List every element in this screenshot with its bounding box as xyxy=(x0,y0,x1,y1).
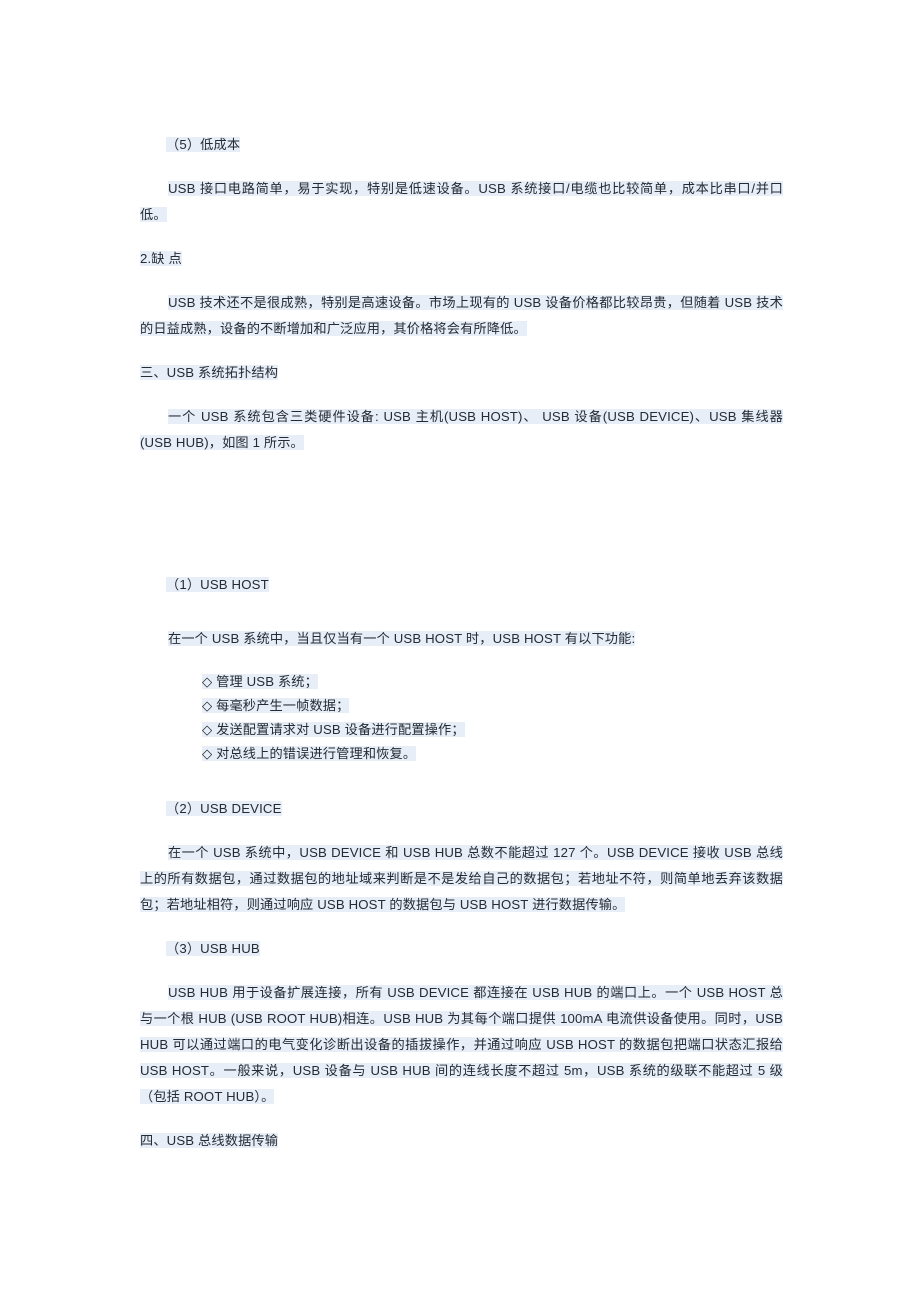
section-heading-usb-device-text: （2）USB DEVICE xyxy=(166,801,282,816)
section-heading-disadvantages-text: 2.缺 点 xyxy=(140,251,182,266)
paragraph-disadvantages-text: USB 技术还不是很成熟，特别是高速设备。市场上现有的 USB 设备价格都比较昂… xyxy=(140,295,783,336)
section-heading-data-transfer-text: 四、USB 总线数据传输 xyxy=(140,1133,279,1148)
section-heading-disadvantages: 2.缺 点 xyxy=(140,246,783,272)
paragraph-low-cost: USB 接口电路简单，易于实现，特别是低速设备。USB 系统接口/电缆也比较简单… xyxy=(140,176,783,228)
section-heading-usb-host: （1）USB HOST xyxy=(140,572,783,598)
section-heading-usb-hub: （3）USB HUB xyxy=(140,936,783,962)
paragraph-topology-text: 一个 USB 系统包含三类硬件设备: USB 主机(USB HOST)、 USB… xyxy=(140,409,783,450)
document-content: （5）低成本 USB 接口电路简单，易于实现，特别是低速设备。USB 系统接口/… xyxy=(140,132,783,1162)
paragraph-usb-host: 在一个 USB 系统中，当且仅当有一个 USB HOST 时，USB HOST … xyxy=(140,626,783,652)
section-heading-low-cost: （5）低成本 xyxy=(140,132,783,158)
usb-host-function-list: ◇ 管理 USB 系统； ◇ 每毫秒产生一帧数据； ◇ 发送配置请求对 USB … xyxy=(140,670,783,766)
paragraph-usb-device: 在一个 USB 系统中，USB DEVICE 和 USB HUB 总数不能超过 … xyxy=(140,840,783,918)
paragraph-usb-device-text: 在一个 USB 系统中，USB DEVICE 和 USB HUB 总数不能超过 … xyxy=(140,845,783,912)
section-heading-usb-host-text: （1）USB HOST xyxy=(166,577,269,592)
paragraph-low-cost-text: USB 接口电路简单，易于实现，特别是低速设备。USB 系统接口/电缆也比较简单… xyxy=(140,181,783,222)
diamond-bullet-icon-item-2: ◇ 每毫秒产生一帧数据； xyxy=(202,698,350,713)
diamond-bullet-icon-item-1: ◇ 管理 USB 系统； xyxy=(202,674,318,689)
paragraph-usb-host-text: 在一个 USB 系统中，当且仅当有一个 USB HOST 时，USB HOST … xyxy=(168,631,636,646)
diamond-bullet-icon-item-4: ◇ 对总线上的错误进行管理和恢复。 xyxy=(202,746,417,761)
paragraph-usb-hub-text: USB HUB 用于设备扩展连接，所有 USB DEVICE 都连接在 USB … xyxy=(140,985,783,1104)
paragraph-disadvantages: USB 技术还不是很成熟，特别是高速设备。市场上现有的 USB 设备价格都比较昂… xyxy=(140,290,783,342)
paragraph-usb-hub: USB HUB 用于设备扩展连接，所有 USB DEVICE 都连接在 USB … xyxy=(140,980,783,1110)
section-heading-topology-text: 三、USB 系统拓扑结构 xyxy=(140,365,279,380)
list-item: ◇ 发送配置请求对 USB 设备进行配置操作； xyxy=(140,718,783,742)
section-heading-topology: 三、USB 系统拓扑结构 xyxy=(140,360,783,386)
section-heading-data-transfer: 四、USB 总线数据传输 xyxy=(140,1128,783,1154)
section-heading-usb-device: （2）USB DEVICE xyxy=(140,796,783,822)
diamond-bullet-icon-item-3: ◇ 发送配置请求对 USB 设备进行配置操作； xyxy=(202,722,465,737)
list-item: ◇ 每毫秒产生一帧数据； xyxy=(140,694,783,718)
list-item: ◇ 对总线上的错误进行管理和恢复。 xyxy=(140,742,783,766)
list-item: ◇ 管理 USB 系统； xyxy=(140,670,783,694)
section-heading-usb-hub-text: （3）USB HUB xyxy=(166,941,260,956)
section-heading-low-cost-text: （5）低成本 xyxy=(166,137,241,152)
figure-1-placeholder xyxy=(140,464,783,572)
document-page: （5）低成本 USB 接口电路简单，易于实现，特别是低速设备。USB 系统接口/… xyxy=(0,0,920,1302)
paragraph-topology: 一个 USB 系统包含三类硬件设备: USB 主机(USB HOST)、 USB… xyxy=(140,404,783,456)
